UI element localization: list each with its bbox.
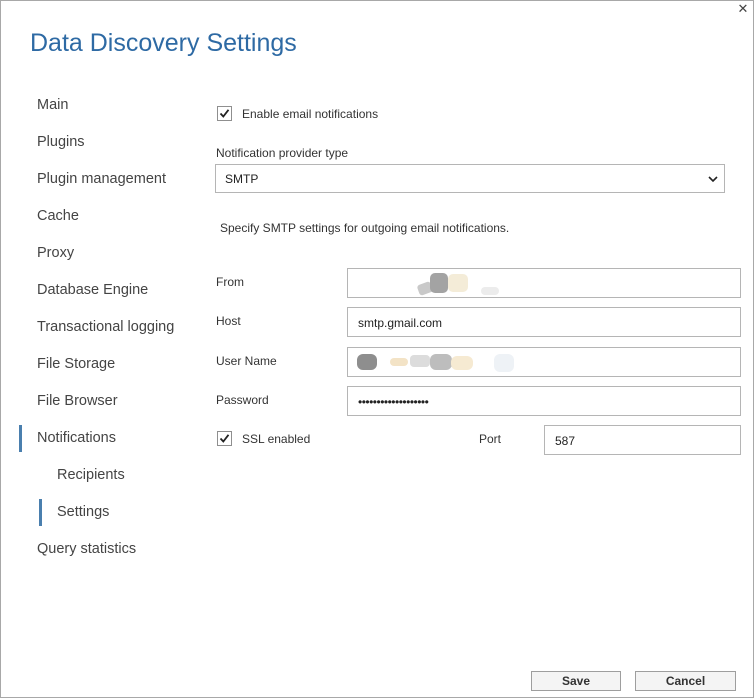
redacted-text-blob <box>481 287 499 295</box>
sidebar-item-main[interactable]: Main <box>19 87 199 124</box>
sidebar-item-cache[interactable]: Cache <box>19 198 199 235</box>
sidebar-item-plugin-management[interactable]: Plugin management <box>19 161 199 198</box>
host-value: smtp.gmail.com <box>358 316 443 330</box>
sidebar-item-query-statistics[interactable]: Query statistics <box>19 531 199 568</box>
redacted-text-blob <box>410 355 430 367</box>
port-value: 587 <box>555 434 576 448</box>
enable-notifications-checkbox[interactable] <box>217 106 232 121</box>
checkmark-icon <box>219 109 230 118</box>
host-field[interactable]: smtp.gmail.com <box>347 307 741 337</box>
redacted-text-blob <box>448 274 468 292</box>
username-field[interactable] <box>347 347 741 377</box>
sidebar-item-recipients[interactable]: Recipients <box>19 457 199 494</box>
host-label: Host <box>216 314 241 328</box>
sidebar-item-proxy[interactable]: Proxy <box>19 235 199 272</box>
enable-notifications-label: Enable email notifications <box>242 107 379 121</box>
smtp-hint-text: Specify SMTP settings for outgoing email… <box>220 221 510 235</box>
password-field[interactable]: ••••••••••••••••••• <box>347 386 741 416</box>
sidebar-item-plugins[interactable]: Plugins <box>19 124 199 161</box>
sidebar-item-file-storage[interactable]: File Storage <box>19 346 199 383</box>
provider-type-select[interactable]: SMTP <box>215 164 725 193</box>
redacted-text-blob <box>430 273 448 293</box>
provider-type-label: Notification provider type <box>216 146 349 160</box>
sidebar-item-settings[interactable]: Settings <box>19 494 199 531</box>
redacted-text-blob <box>494 354 514 372</box>
settings-dialog: ✕ Data Discovery Settings Main Plugins P… <box>0 0 754 698</box>
redacted-text-blob <box>451 356 473 370</box>
sidebar-item-database-engine[interactable]: Database Engine <box>19 272 199 309</box>
from-label: From <box>216 275 244 289</box>
ssl-enabled-checkbox[interactable] <box>217 431 232 446</box>
port-field[interactable]: 587 <box>544 425 741 455</box>
sidebar-nav: Main Plugins Plugin management Cache Pro… <box>19 87 199 568</box>
close-icon[interactable]: ✕ <box>736 2 750 16</box>
ssl-enabled-label: SSL enabled <box>242 432 311 446</box>
provider-type-value: SMTP <box>225 172 259 186</box>
chevron-down-icon <box>708 176 718 183</box>
checkmark-icon <box>219 434 230 443</box>
redacted-text-blob <box>357 354 377 370</box>
dialog-title: Data Discovery Settings <box>30 29 297 57</box>
sidebar-item-file-browser[interactable]: File Browser <box>19 383 199 420</box>
save-button[interactable]: Save <box>531 671 621 691</box>
from-field[interactable] <box>347 268 741 298</box>
sidebar-item-transactional-logging[interactable]: Transactional logging <box>19 309 199 346</box>
port-label: Port <box>479 432 502 446</box>
redacted-text-blob <box>430 354 452 370</box>
redacted-text-blob <box>390 358 408 366</box>
sidebar-item-notifications[interactable]: Notifications <box>19 420 199 457</box>
password-label: Password <box>216 393 269 407</box>
cancel-button[interactable]: Cancel <box>635 671 736 691</box>
password-value: ••••••••••••••••••• <box>358 395 429 409</box>
username-label: User Name <box>216 354 277 368</box>
